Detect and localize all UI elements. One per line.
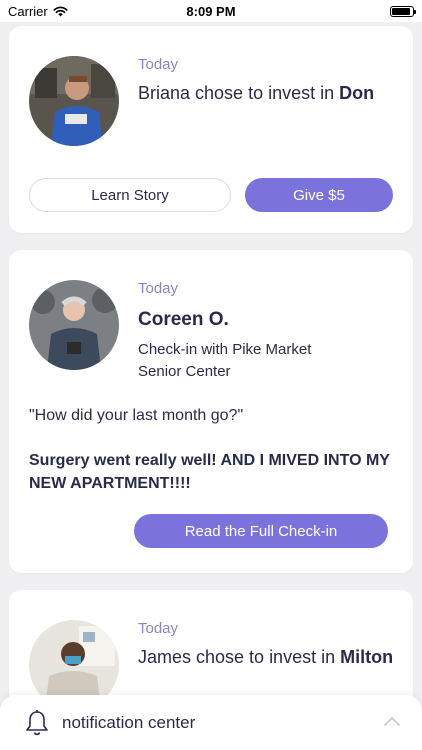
chevron-up-icon[interactable] bbox=[384, 713, 400, 731]
recipient-name[interactable]: Don bbox=[339, 83, 374, 103]
feed-headline: Briana chose to invest in Don bbox=[138, 83, 375, 103]
recipient-name[interactable]: Milton bbox=[340, 647, 393, 667]
feed-date: Today bbox=[138, 56, 179, 73]
give-button[interactable]: Give $5 bbox=[245, 178, 393, 212]
feed-card-investment: Today Briana chose to invest in Don Lear… bbox=[9, 26, 413, 233]
learn-story-button[interactable]: Learn Story bbox=[29, 178, 231, 212]
bell-icon bbox=[22, 708, 52, 738]
status-time: 8:09 PM bbox=[186, 3, 236, 19]
feed-card-checkin: Today Coreen O. Check-in with Pike Marke… bbox=[9, 250, 413, 573]
status-bar: Carrier 8:09 PM bbox=[0, 0, 422, 22]
checkin-subtitle: Check-in with Pike Market Senior Center bbox=[138, 341, 312, 380]
battery-icon bbox=[390, 5, 416, 17]
checkin-answer: Surgery went really well! AND I MIVED IN… bbox=[29, 452, 390, 492]
notification-center-bar[interactable]: notification center bbox=[0, 695, 422, 750]
person-photo bbox=[29, 280, 119, 370]
avatar[interactable] bbox=[29, 56, 119, 146]
wifi-icon bbox=[53, 6, 68, 16]
read-full-checkin-button[interactable]: Read the Full Check-in bbox=[134, 514, 388, 548]
checkin-person-name[interactable]: Coreen O. bbox=[138, 309, 358, 331]
checkin-question: "How did your last month go?" bbox=[29, 407, 244, 424]
carrier-label: Carrier bbox=[8, 3, 48, 19]
avatar[interactable] bbox=[29, 280, 119, 370]
feed-date: Today bbox=[138, 280, 179, 297]
feed-date: Today bbox=[138, 620, 179, 637]
notification-center-label: notification center bbox=[62, 712, 196, 732]
person-photo bbox=[29, 56, 119, 146]
feed-headline: James chose to invest in Milton bbox=[138, 647, 394, 667]
